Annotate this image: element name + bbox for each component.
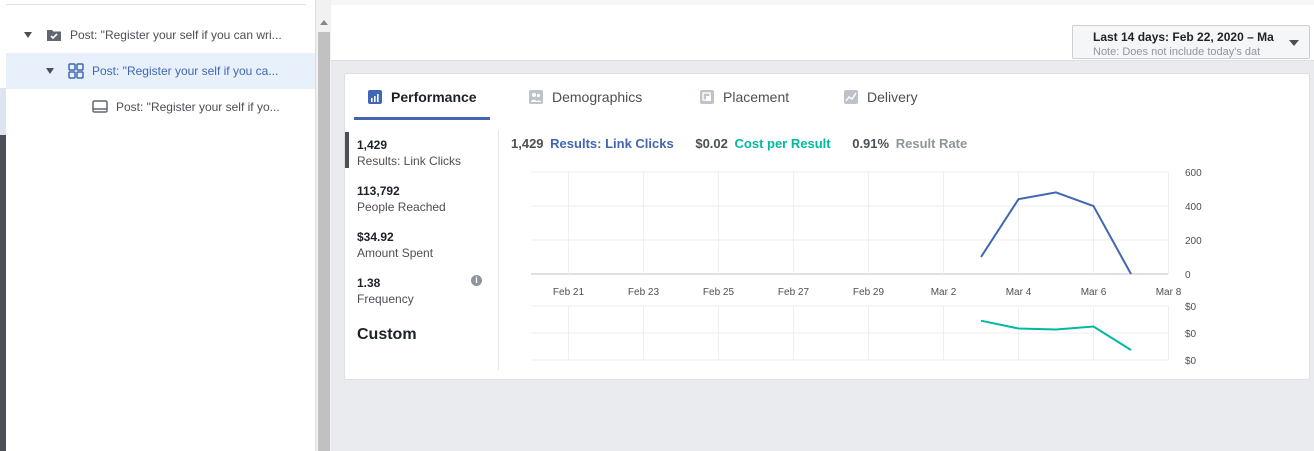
ads-manager-screen: Post: "Register your self if you can wri… (0, 0, 1314, 451)
x-tick-label: Feb 25 (703, 287, 735, 298)
tree-top-divider (6, 4, 306, 5)
tree-item-label: Post: "Register your self if you ca... (92, 64, 279, 78)
tree-item-adset[interactable]: Post: "Register your self if you ca... (6, 53, 315, 89)
ad-monitor-icon (92, 100, 108, 114)
date-range-label: Last 14 days: Feb 22, 2020 – Ma (1093, 30, 1274, 44)
tree-item-label: Post: "Register your self if you can wri… (70, 28, 282, 42)
scrollbar-thumb[interactable] (318, 32, 330, 451)
left-edge-dark (0, 135, 6, 451)
y-tick-label: 600 (1185, 168, 1202, 179)
date-range-note: Note: Does not include today's dat (1093, 46, 1261, 58)
x-tick-label: Mar 4 (1006, 287, 1032, 298)
dropdown-arrow-icon[interactable] (1289, 40, 1299, 46)
y-tick-label: 0 (1185, 270, 1191, 281)
y-tick-label: $0 (1185, 356, 1197, 367)
scroll-up-arrow-icon[interactable] (320, 20, 328, 25)
y-tick-label: $0 (1185, 302, 1197, 313)
y-tick-label: 200 (1185, 236, 1202, 247)
x-tick-label: Feb 29 (853, 287, 885, 298)
results-series-line (980, 191, 1132, 275)
performance-chart: 600 400 200 0 Feb 21 Feb 23 Feb 25 Feb 27 Feb 29… (531, 168, 1202, 367)
tree-item-campaign[interactable]: Post: "Register your self if you can wri… (6, 17, 315, 53)
x-tick-label: Mar 8 (1156, 287, 1182, 298)
cost-series-line (980, 319, 1132, 351)
tree-item-ad[interactable]: Post: "Register your self if yo... (6, 89, 315, 125)
x-tick-label: Mar 2 (931, 287, 957, 298)
adset-grid-icon (68, 63, 84, 79)
x-tick-label: Feb 27 (778, 287, 810, 298)
caret-down-icon[interactable] (24, 32, 32, 38)
y-tick-label: $0 (1185, 329, 1197, 340)
y-tick-label: 400 (1185, 202, 1202, 213)
date-range-picker[interactable]: Last 14 days: Feb 22, 2020 – Ma Note: Do… (1072, 25, 1310, 59)
tree-scrollbar[interactable] (315, 0, 331, 451)
caret-down-icon[interactable] (46, 68, 54, 74)
tree-item-label: Post: "Register your self if yo... (116, 100, 280, 114)
x-tick-label: Feb 21 (553, 287, 585, 298)
x-tick-label: Mar 6 (1081, 287, 1107, 298)
insights-card: Performance Demographics Placement Deliv… (344, 73, 1310, 380)
campaign-tree-panel: Post: "Register your self if you can wri… (0, 0, 315, 451)
x-tick-label: Feb 23 (628, 287, 660, 298)
campaign-folder-icon (46, 28, 62, 42)
